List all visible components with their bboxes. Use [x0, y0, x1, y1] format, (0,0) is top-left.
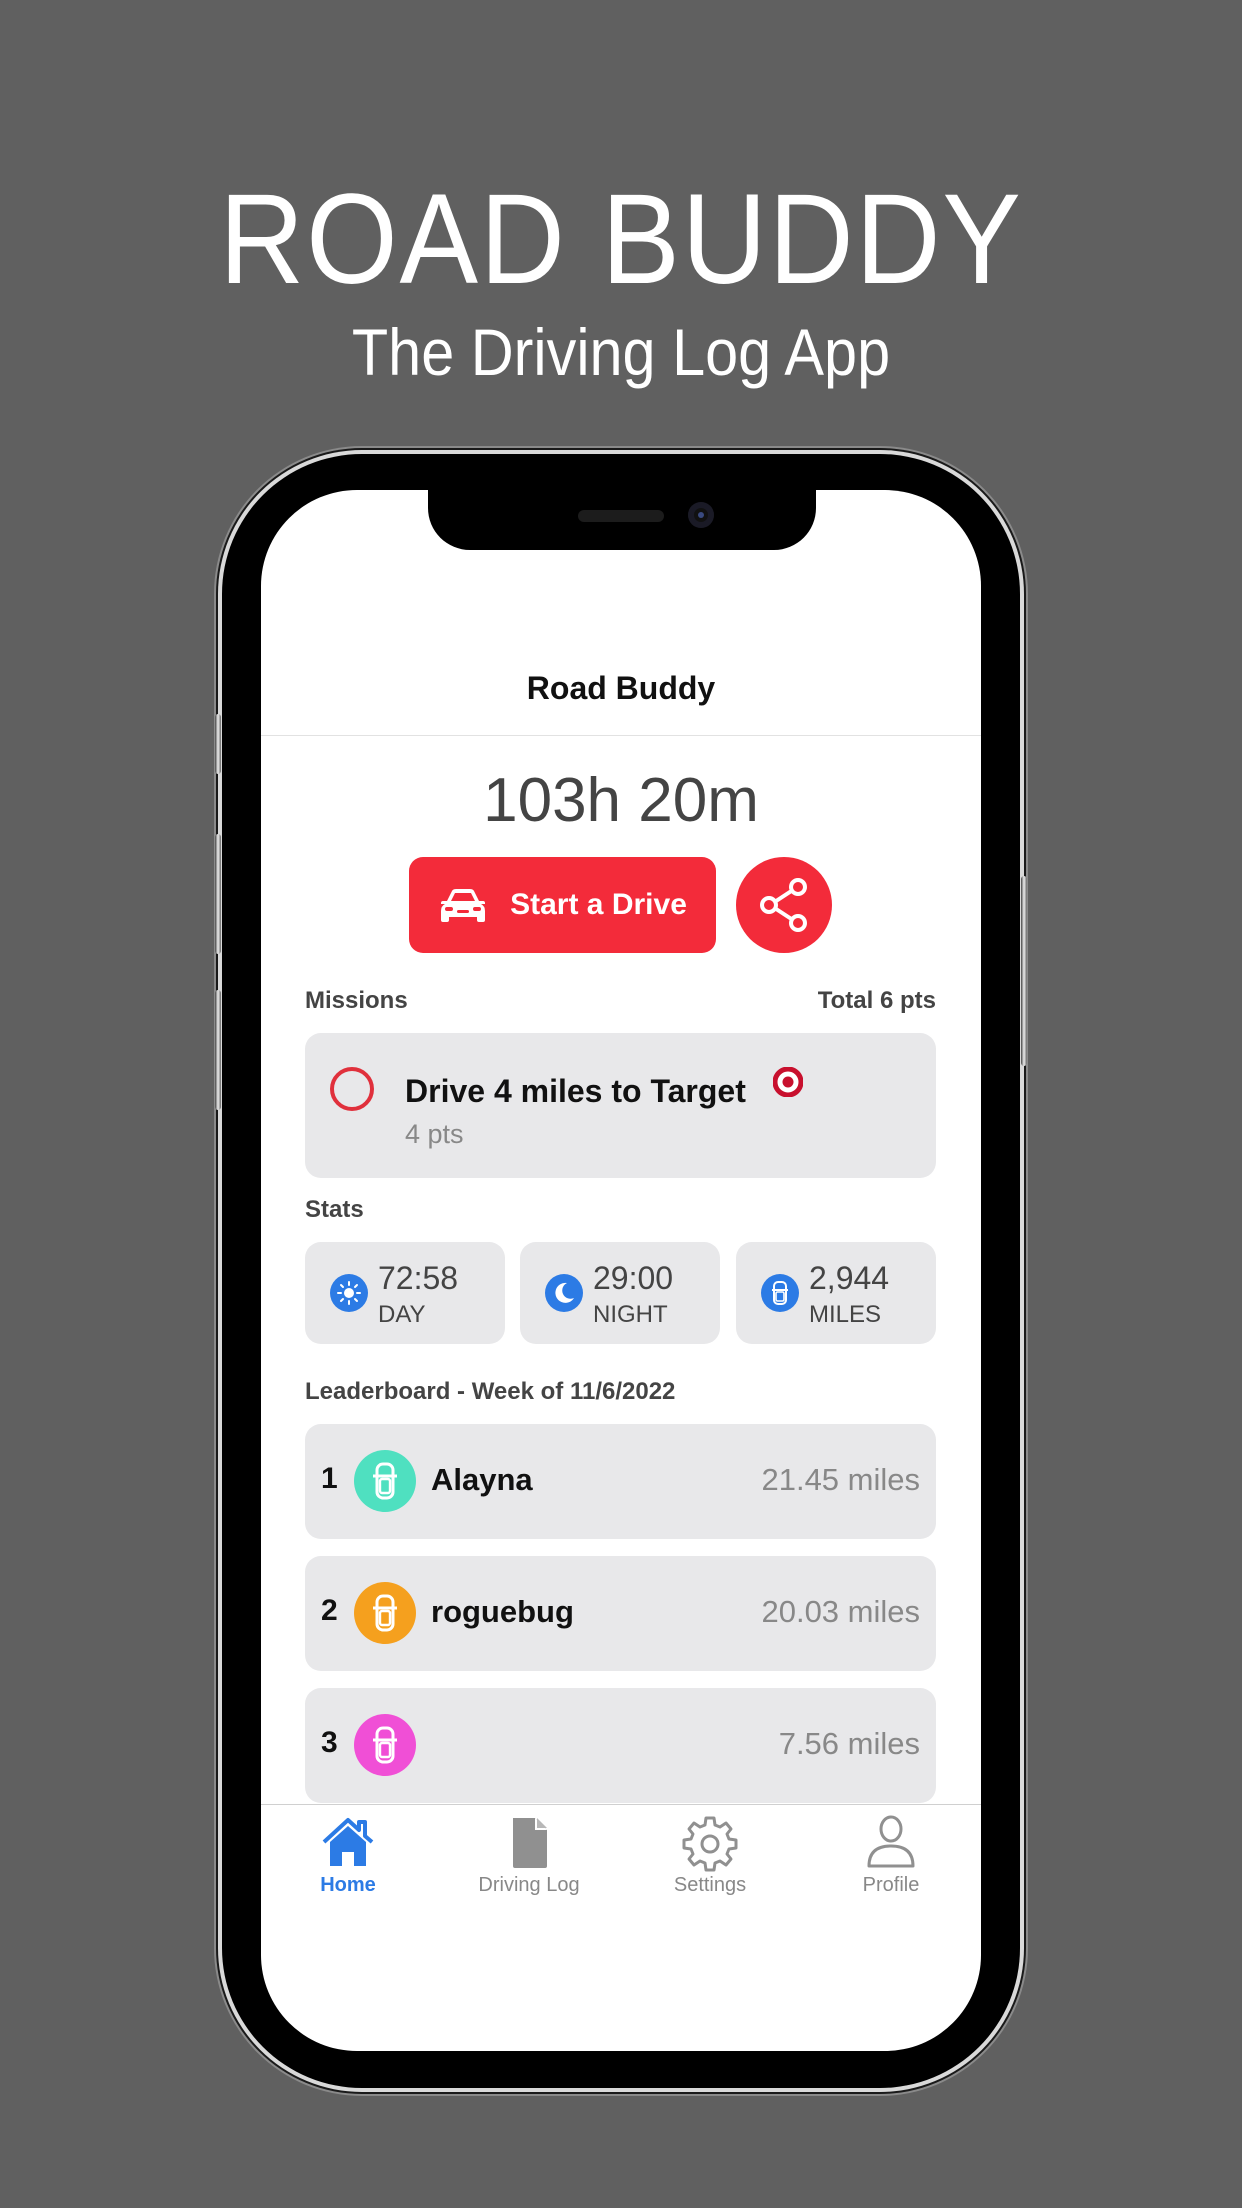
phone-silent-switch: [215, 714, 221, 774]
leaderboard-miles: 21.45 miles: [761, 1462, 920, 1497]
mission-title: Drive 4 miles to Target: [405, 1073, 746, 1109]
leaderboard-name: Alayna: [431, 1462, 533, 1497]
stat-day-value: 72:58: [378, 1260, 459, 1296]
tab-driving-log[interactable]: Driving Log: [439, 1806, 619, 1906]
target-logo-icon: [773, 1067, 803, 1097]
leaderboard-miles: 20.03 miles: [761, 1594, 920, 1629]
promo-title: ROAD BUDDY: [219, 168, 1023, 311]
stats-label: Stats: [305, 1196, 364, 1223]
leaderboard-rank: 2: [321, 1594, 338, 1627]
leaderboard-row[interactable]: 2 roguebug 20.03 miles: [305, 1556, 936, 1671]
leaderboard-label: Leaderboard - Week of 11/6/2022: [305, 1378, 676, 1405]
speaker-grille: [578, 510, 664, 522]
leaderboard-row[interactable]: 3 7.56 miles: [305, 1688, 936, 1803]
promo-subtitle: The Driving Log App: [351, 315, 891, 389]
mission-checkbox[interactable]: [330, 1067, 374, 1111]
phone-volume-down: [215, 990, 221, 1110]
tab-driving-log-label: Driving Log: [478, 1874, 580, 1896]
nav-title: Road Buddy: [526, 670, 716, 706]
gear-icon: [682, 1816, 738, 1872]
document-icon: [513, 1818, 547, 1868]
tab-bar-divider: [261, 1804, 981, 1805]
front-camera: [688, 502, 714, 528]
leaderboard-name: roguebug: [431, 1594, 574, 1629]
phone-power-button: [1021, 876, 1027, 1066]
leaderboard-rank: 3: [321, 1726, 338, 1759]
nav-divider: [261, 735, 981, 736]
tab-profile[interactable]: Profile: [801, 1806, 981, 1906]
leaderboard-row[interactable]: 1 Alayna 21.45 miles: [305, 1424, 936, 1539]
start-drive-button[interactable]: Start a Drive: [409, 857, 716, 953]
stat-miles-value: 2,944: [809, 1260, 890, 1296]
sun-icon: [330, 1274, 368, 1312]
tab-home-label: Home: [320, 1874, 376, 1896]
missions-label: Missions: [305, 987, 408, 1014]
stat-card-day: 72:58 DAY: [305, 1242, 505, 1344]
total-drive-time: 103h 20m: [483, 766, 759, 835]
mission-points: 4 pts: [405, 1119, 464, 1149]
stat-day-label: DAY: [378, 1301, 426, 1328]
tab-settings[interactable]: Settings: [620, 1806, 800, 1906]
share-icon: [760, 878, 807, 932]
car-avatar-icon: [354, 1582, 416, 1644]
leaderboard-rank: 1: [321, 1462, 338, 1495]
leaderboard-miles: 7.56 miles: [778, 1726, 920, 1761]
stat-night-value: 29:00: [593, 1260, 674, 1296]
person-icon: [867, 1815, 915, 1868]
stat-card-miles: 2,944 MILES: [736, 1242, 936, 1344]
tab-profile-label: Profile: [862, 1874, 920, 1896]
stat-miles-label: MILES: [809, 1301, 882, 1328]
car-avatar-icon: [354, 1450, 416, 1512]
stat-card-night: 29:00 NIGHT: [520, 1242, 720, 1344]
share-button[interactable]: [736, 857, 832, 953]
car-top-icon: [761, 1274, 799, 1312]
car-avatar-icon: [354, 1714, 416, 1776]
missions-total: Total 6 pts: [817, 987, 936, 1014]
tab-home[interactable]: Home: [258, 1806, 438, 1906]
stat-night-label: NIGHT: [593, 1301, 668, 1328]
home-icon: [322, 1818, 374, 1866]
car-icon: [441, 889, 486, 922]
start-drive-label: Start a Drive: [510, 888, 687, 921]
mission-card[interactable]: Drive 4 miles to Target 4 pts: [305, 1033, 936, 1178]
phone-volume-up: [215, 834, 221, 954]
tab-settings-label: Settings: [673, 1874, 747, 1896]
moon-icon: [545, 1274, 583, 1312]
